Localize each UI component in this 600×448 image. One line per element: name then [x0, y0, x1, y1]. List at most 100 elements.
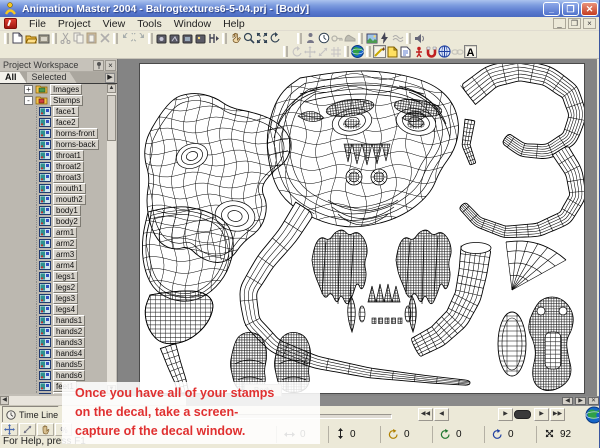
- pan-icon[interactable]: [229, 32, 242, 45]
- tree-toggle-icon[interactable]: -: [24, 96, 33, 105]
- menu-view[interactable]: View: [97, 17, 132, 31]
- drawline-icon[interactable]: [373, 45, 386, 58]
- tree-item-arm3[interactable]: arm3: [0, 249, 107, 260]
- panel-close-icon[interactable]: ×: [105, 60, 116, 71]
- timeline-next-icon[interactable]: ▶: [575, 397, 586, 405]
- magnet-icon[interactable]: [425, 45, 438, 58]
- am-logo-icon[interactable]: [4, 18, 17, 29]
- turn2-icon[interactable]: [290, 45, 303, 58]
- fontA-icon[interactable]: A: [464, 45, 477, 58]
- scale2-icon[interactable]: [316, 45, 329, 58]
- globe-icon[interactable]: [351, 45, 364, 58]
- bolt-icon[interactable]: [378, 32, 391, 45]
- tree-toggle-icon[interactable]: +: [24, 85, 33, 94]
- tree-scrollbar[interactable]: ▲ ▼: [107, 84, 116, 394]
- lib-model-icon[interactable]: [155, 32, 168, 45]
- scroll-left-icon[interactable]: ◀: [0, 396, 9, 405]
- shoe-icon[interactable]: [343, 32, 356, 45]
- copy-icon[interactable]: [72, 32, 85, 45]
- tree-item-face2[interactable]: face2: [0, 117, 107, 128]
- tree-item-mouth2[interactable]: mouth2: [0, 194, 107, 205]
- grid2-icon[interactable]: [329, 45, 342, 58]
- chain-icon[interactable]: [451, 45, 464, 58]
- tree-item-hands4[interactable]: hands4: [0, 348, 107, 359]
- redo-icon[interactable]: [133, 32, 146, 45]
- menu-file[interactable]: File: [23, 17, 52, 31]
- tl-move-button[interactable]: [1, 423, 18, 436]
- restore-button[interactable]: ❐: [562, 2, 579, 16]
- globecross-icon[interactable]: [438, 45, 451, 58]
- cut-icon[interactable]: [59, 32, 72, 45]
- move2-icon[interactable]: [303, 45, 316, 58]
- docyellow-icon[interactable]: [386, 45, 399, 58]
- open-icon[interactable]: [24, 32, 37, 45]
- new-icon[interactable]: [11, 32, 24, 45]
- mdi-minimize-button[interactable]: _: [553, 18, 566, 29]
- scroll-up-icon[interactable]: ▲: [107, 84, 116, 93]
- tab-scroll-icon[interactable]: ▶: [105, 73, 115, 83]
- timeline-tab[interactable]: Time Line: [2, 406, 64, 422]
- tree-item-legs3[interactable]: legs3: [0, 293, 107, 304]
- turn-icon[interactable]: [268, 32, 281, 45]
- tree-item-hands2[interactable]: hands2: [0, 326, 107, 337]
- key-icon[interactable]: [330, 32, 343, 45]
- decal-view[interactable]: [140, 64, 584, 393]
- tree-item-Stamps[interactable]: -Stamps: [0, 95, 107, 106]
- tree-item-hands1[interactable]: hands1: [0, 315, 107, 326]
- fit-icon[interactable]: [255, 32, 268, 45]
- mdi-close-button[interactable]: ×: [583, 18, 596, 29]
- prev-key-button[interactable]: ◀◀: [418, 408, 433, 421]
- tree-item-arm1[interactable]: arm1: [0, 227, 107, 238]
- embed-icon[interactable]: [37, 32, 50, 45]
- menu-tools[interactable]: Tools: [131, 17, 168, 31]
- next-frame-button[interactable]: ▶: [534, 408, 549, 421]
- tree-item-arm4[interactable]: arm4: [0, 260, 107, 271]
- tree-item-Images[interactable]: +Images: [0, 84, 107, 95]
- lib-action-icon[interactable]: [168, 32, 181, 45]
- docedit-icon[interactable]: [399, 45, 412, 58]
- menu-help[interactable]: Help: [217, 17, 251, 31]
- redbone-icon[interactable]: [412, 45, 425, 58]
- tree-item-hands5[interactable]: hands5: [0, 359, 107, 370]
- timeline-close-icon[interactable]: ✕: [588, 397, 599, 405]
- pin-icon[interactable]: [93, 60, 104, 71]
- tree-item-face1[interactable]: face1: [0, 106, 107, 117]
- tree-item-body2[interactable]: body2: [0, 216, 107, 227]
- next-key-button[interactable]: ▶▶: [550, 408, 565, 421]
- lib-material-icon[interactable]: [181, 32, 194, 45]
- tree-item-horns-front[interactable]: horns-front: [0, 128, 107, 139]
- tree-item-throat2[interactable]: throat2: [0, 161, 107, 172]
- speaker-icon[interactable]: [413, 32, 426, 45]
- scroll-thumb[interactable]: [107, 95, 116, 141]
- tl-hand-button[interactable]: [37, 423, 54, 436]
- undo-icon[interactable]: [120, 32, 133, 45]
- tree-item-throat1[interactable]: throat1: [0, 150, 107, 161]
- wave-icon[interactable]: [391, 32, 404, 45]
- delete-icon[interactable]: [98, 32, 111, 45]
- stamp-icon[interactable]: [304, 32, 317, 45]
- tree-item-horns-back[interactable]: horns-back: [0, 139, 107, 150]
- tl-scale-button[interactable]: [19, 423, 36, 436]
- tree-item-arm2[interactable]: arm2: [0, 238, 107, 249]
- image-icon[interactable]: [365, 32, 378, 45]
- tree-item-legs2[interactable]: legs2: [0, 282, 107, 293]
- tab-selected[interactable]: Selected: [27, 72, 77, 83]
- menu-project[interactable]: Project: [52, 17, 97, 31]
- tree-item-legs1[interactable]: legs1: [0, 271, 107, 282]
- clock-icon[interactable]: [317, 32, 330, 45]
- zoom-icon[interactable]: [242, 32, 255, 45]
- play-button[interactable]: ▶: [498, 408, 513, 421]
- lib-image-icon[interactable]: [194, 32, 207, 45]
- bones-icon[interactable]: [207, 32, 220, 45]
- paste-icon[interactable]: [85, 32, 98, 45]
- minimize-button[interactable]: _: [543, 2, 560, 16]
- tab-all[interactable]: All: [0, 72, 27, 83]
- tree-item-hands6[interactable]: hands6: [0, 370, 107, 381]
- tree-item-body1[interactable]: body1: [0, 205, 107, 216]
- close-button[interactable]: ✕: [581, 2, 598, 16]
- tree-item-throat3[interactable]: throat3: [0, 172, 107, 183]
- loop-button[interactable]: [514, 410, 531, 419]
- mdi-restore-button[interactable]: ❐: [568, 18, 581, 29]
- timeline-prev-icon[interactable]: ◀: [562, 397, 573, 405]
- tree-item-legs4[interactable]: legs4: [0, 304, 107, 315]
